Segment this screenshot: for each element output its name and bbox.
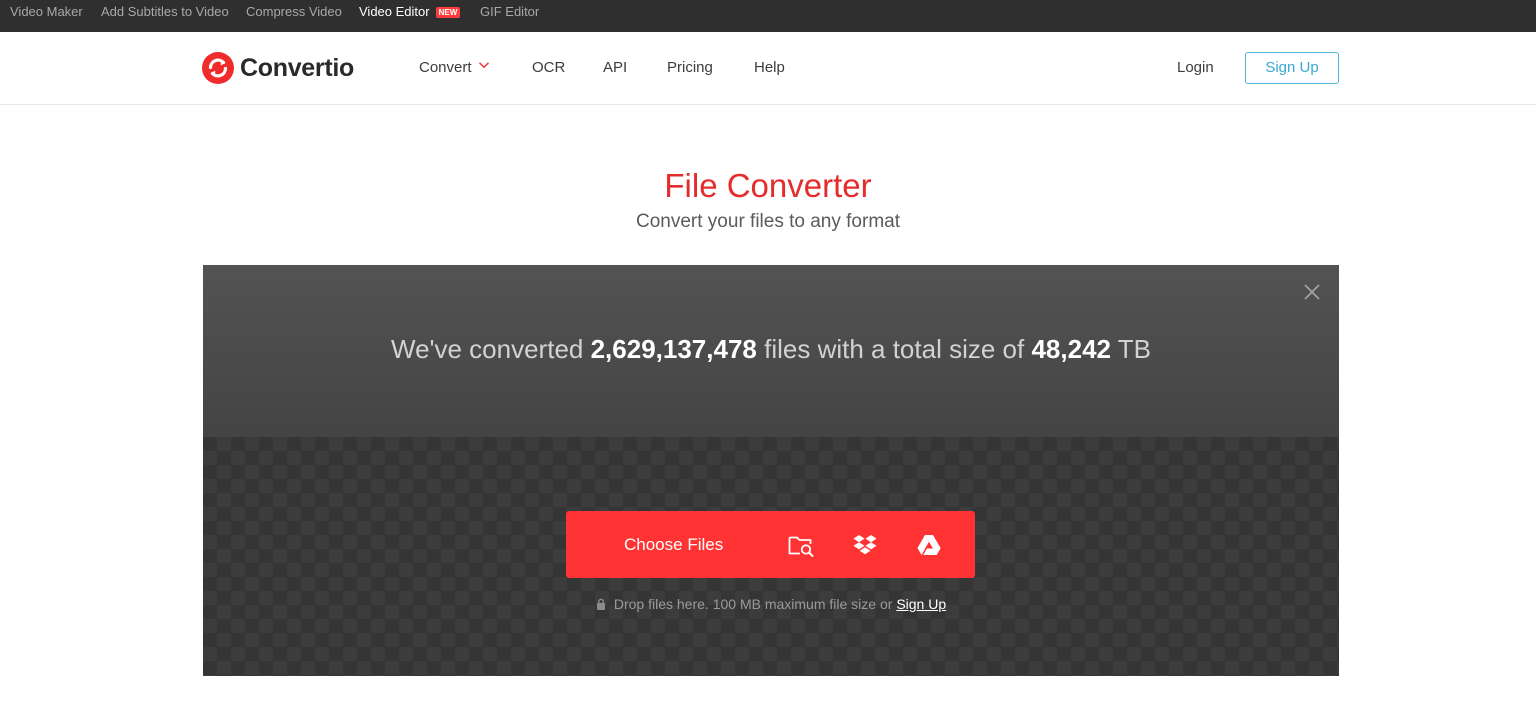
folder-search-icon[interactable] xyxy=(787,531,815,559)
dropbox-icon[interactable] xyxy=(851,531,879,559)
login-link[interactable]: Login xyxy=(1177,58,1214,78)
choose-files-bar: Choose Files xyxy=(566,511,975,578)
top-strip: Video Maker Add Subtitles to Video Compr… xyxy=(0,0,1536,32)
topbar-link-gif-editor[interactable]: GIF Editor xyxy=(480,0,539,24)
google-drive-icon[interactable] xyxy=(915,531,943,559)
new-badge: NEW xyxy=(435,7,461,18)
choose-files-button[interactable]: Choose Files xyxy=(624,511,723,578)
stats-banner: We've converted 2,629,137,478 files with… xyxy=(203,265,1339,437)
chevron-down-icon xyxy=(478,62,489,69)
logo-text: Convertio xyxy=(240,53,354,82)
stats-prefix: We've converted xyxy=(391,334,584,364)
conversion-stats: We've converted 2,629,137,478 files with… xyxy=(203,333,1339,365)
drop-hint: Drop files here. 100 MB maximum file siz… xyxy=(203,595,1339,613)
converter-panel: We've converted 2,629,137,478 files with… xyxy=(203,265,1339,676)
topbar-link-video-maker[interactable]: Video Maker xyxy=(10,0,83,24)
topbar-link-label: Video Editor xyxy=(359,4,430,19)
total-size: 48,242 xyxy=(1031,334,1111,364)
page-subtitle: Convert your files to any format xyxy=(636,211,900,232)
stats-middle: files with a total size of xyxy=(764,334,1025,364)
nav-convert[interactable]: Convert xyxy=(419,58,490,78)
page-title: File Converter xyxy=(664,167,872,204)
logo-icon xyxy=(202,52,234,84)
nav-ocr[interactable]: OCR xyxy=(532,58,565,78)
files-count: 2,629,137,478 xyxy=(590,334,757,364)
main-header: Convertio Convert OCR API Pricing Help L… xyxy=(0,32,1536,105)
drop-hint-text: Drop files here. 100 MB maximum file siz… xyxy=(613,596,893,612)
topbar-link-compress-video[interactable]: Compress Video xyxy=(246,0,342,24)
close-icon[interactable] xyxy=(1303,283,1321,301)
topbar-link-video-editor[interactable]: Video Editor NEW xyxy=(359,0,461,24)
signup-button[interactable]: Sign Up xyxy=(1245,52,1339,84)
nav-convert-label: Convert xyxy=(419,59,472,76)
nav-api[interactable]: API xyxy=(603,58,627,78)
nav-pricing[interactable]: Pricing xyxy=(667,58,713,78)
logo[interactable]: Convertio xyxy=(202,51,354,85)
topbar-link-add-subtitles[interactable]: Add Subtitles to Video xyxy=(101,0,229,24)
lock-icon xyxy=(596,598,605,610)
nav-help[interactable]: Help xyxy=(754,58,785,78)
size-unit: TB xyxy=(1117,334,1151,364)
drop-signup-link[interactable]: Sign Up xyxy=(896,596,946,612)
drop-zone[interactable]: Choose Files Drop files here. 100 MB max… xyxy=(203,437,1339,676)
